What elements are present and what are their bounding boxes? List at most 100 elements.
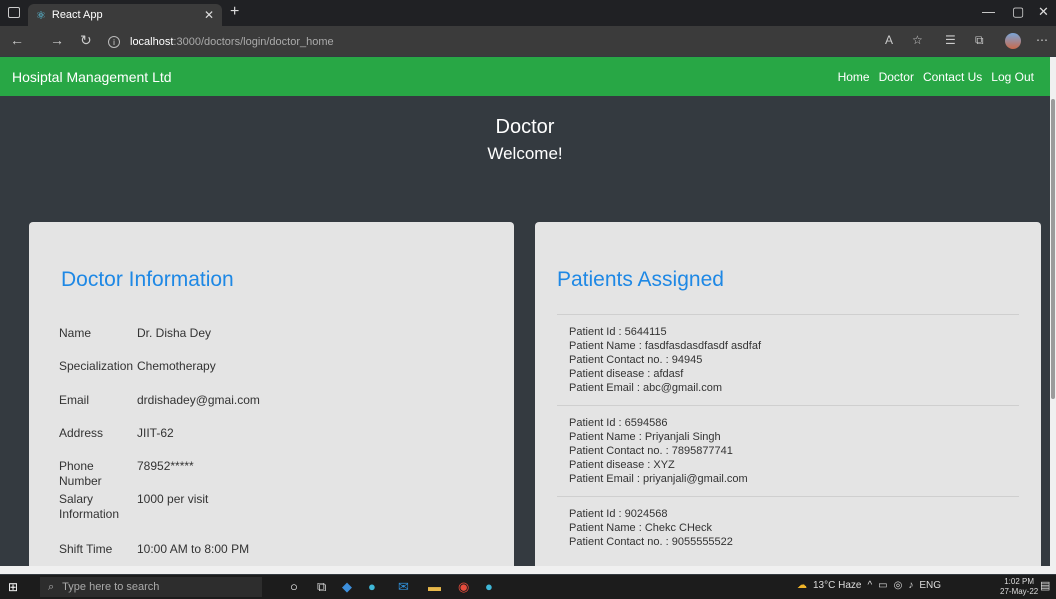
nav-log-out[interactable]: Log Out (991, 70, 1034, 84)
edge-icon[interactable]: ● (368, 579, 376, 594)
chrome-icon[interactable]: ◉ (458, 579, 469, 595)
favorites-list-icon[interactable]: ☰ (945, 33, 956, 47)
network-icon[interactable]: ◎ (894, 580, 903, 591)
patient-disease: Patient disease : afdasf (569, 368, 684, 380)
info-value: JIIT-62 (137, 426, 174, 440)
patient-contact: Patient Contact no. : 9055555522 (569, 536, 733, 548)
url-path: :3000/doctors/login/doctor_home (173, 36, 334, 48)
refresh-icon[interactable]: ↻ (80, 32, 92, 49)
minimize-icon[interactable]: — (982, 4, 995, 19)
chevron-up-icon[interactable]: ^ (867, 580, 872, 591)
info-row-salary: Salary Information 1000 per visit (59, 492, 208, 522)
hero: Doctor Welcome! (0, 116, 1050, 164)
info-row-address: Address JIIT-62 (59, 426, 174, 441)
close-window-icon[interactable]: ✕ (1038, 4, 1049, 20)
patient-name: Patient Name : fasdfasdasdfasdf asdfaf (569, 340, 762, 352)
patient-id: Patient Id : 5644115 (569, 326, 667, 338)
vscode-icon[interactable]: ◆ (342, 579, 352, 595)
info-row-shift: Shift Time 10:00 AM to 8:00 PM (59, 542, 249, 557)
info-label: Name (59, 326, 92, 340)
tab-title: React App (51, 9, 103, 21)
url-field[interactable]: i localhost :3000/doctors/login/doctor_h… (108, 33, 848, 51)
info-value: 78952***** (137, 459, 194, 473)
patient-disease: Patient disease : XYZ (569, 459, 675, 471)
search-icon: ⌕ (48, 580, 55, 593)
info-icon[interactable]: i (108, 36, 120, 48)
main-content: Doctor Welcome! Doctor Information Name … (0, 96, 1050, 566)
clock[interactable]: 1:02 PM 27-May-22 (1000, 577, 1038, 597)
favorite-star-icon[interactable]: ☆ (912, 33, 923, 47)
patient-name: Patient Name : Priyanjali Singh (569, 431, 721, 443)
patients-heading: Patients Assigned (557, 268, 724, 291)
info-value: Dr. Disha Dey (137, 326, 212, 340)
app-icon[interactable]: ● (485, 579, 493, 594)
info-value: drdishadey@gmai.com (137, 393, 260, 407)
info-label: Address (59, 426, 104, 440)
nav-contact-us[interactable]: Contact Us (923, 70, 982, 84)
patient-email: Patient Email : abc@gmail.com (569, 382, 723, 394)
info-row-email: Email drdishadey@gmai.com (59, 393, 260, 408)
browser-tab[interactable]: ⚛ React App ✕ (28, 4, 222, 26)
info-value: Chemotherapy (137, 359, 216, 373)
more-menu-icon[interactable]: ⋯ (1036, 33, 1048, 47)
language-indicator[interactable]: ENG (919, 580, 941, 591)
clock-date: 27-May-22 (1000, 587, 1039, 596)
patient-item: Patient Id : 5644115 Patient Name : fasd… (557, 314, 1019, 405)
info-label: Specialization (59, 359, 134, 373)
doctor-info-card: Doctor Information Name Dr. Disha Dey Sp… (29, 222, 514, 566)
speaker-icon[interactable]: ♪ (908, 580, 913, 591)
page-title: Doctor (495, 116, 555, 138)
profile-avatar[interactable] (1005, 33, 1021, 49)
new-tab-icon[interactable]: + (230, 3, 239, 21)
info-label: Email (59, 393, 90, 407)
vertical-scrollbar-thumb[interactable] (1051, 99, 1055, 399)
nav-home[interactable]: Home (838, 70, 870, 84)
info-label: Phone Number (59, 459, 102, 488)
info-row-name: Name Dr. Disha Dey (59, 326, 211, 341)
info-value: 10:00 AM to 8:00 PM (137, 542, 250, 556)
info-row-specialization: Specialization Chemotherapy (59, 359, 216, 374)
collections-icon[interactable]: ⧉ (975, 33, 984, 48)
patient-id: Patient Id : 9024568 (569, 508, 668, 520)
windows-start-icon[interactable]: ⊞ (8, 580, 18, 594)
taskbar-search[interactable]: ⌕ Type here to search (40, 577, 262, 597)
notifications-icon[interactable]: ▤ (1040, 579, 1050, 592)
welcome-text: Welcome! (487, 144, 563, 163)
patient-id: Patient Id : 6594586 (569, 417, 668, 429)
read-aloud-icon[interactable]: A (885, 33, 893, 47)
mail-icon[interactable]: ✉ (398, 579, 409, 595)
weather-text[interactable]: 13°C Haze (813, 580, 861, 591)
restore-icon[interactable]: ▢ (1012, 4, 1024, 20)
clock-time: 1:02 PM (1004, 577, 1035, 586)
system-tray: ☁ 13°C Haze ^ ▭ ◎ ♪ ENG (797, 580, 941, 591)
patient-email: Patient Email : priyanjali@gmail.com (569, 473, 748, 485)
nav-doctor[interactable]: Doctor (879, 70, 914, 84)
patient-contact: Patient Contact no. : 94945 (569, 354, 703, 366)
task-view-icon[interactable]: ⧉ (317, 579, 326, 595)
browser-titlebar: ⚛ React App ✕ + — ▢ ✕ (0, 0, 1056, 26)
patient-contact: Patient Contact no. : 7895877741 (569, 445, 733, 457)
file-explorer-icon[interactable]: ▬ (428, 579, 441, 594)
battery-icon[interactable]: ▭ (878, 580, 887, 591)
patients-list: Patient Id : 5644115 Patient Name : fasd… (557, 314, 1019, 559)
patient-item: Patient Id : 9024568 Patient Name : Chek… (557, 496, 1019, 559)
patients-card: Patients Assigned Patient Id : 5644115 P… (535, 222, 1041, 566)
tab-actions-icon[interactable] (8, 7, 20, 18)
forward-icon[interactable]: → (50, 32, 64, 48)
back-icon[interactable]: ← (10, 32, 24, 48)
tab-close-icon[interactable]: ✕ (204, 8, 214, 22)
url-host: localhost (130, 36, 174, 48)
info-label: Shift Time (59, 542, 113, 556)
search-placeholder: Type here to search (62, 581, 160, 593)
patient-item: Patient Id : 6594586 Patient Name : Priy… (557, 405, 1019, 496)
brand-title[interactable]: Hosiptal Management Ltd (12, 69, 172, 85)
nav-links: Home Doctor Contact Us Log Out (838, 70, 1034, 84)
info-label: Salary Information (59, 492, 120, 521)
weather-icon: ☁ (797, 580, 807, 591)
taskbar: ⊞ ⌕ Type here to search ○ ⧉ ◆ ● ✉ ▬ ◉ ● … (0, 575, 1056, 599)
doctor-info-heading: Doctor Information (61, 268, 234, 291)
horizontal-scrollbar[interactable] (0, 566, 1050, 574)
info-row-phone: Phone Number 78952***** (59, 459, 194, 489)
cortana-icon[interactable]: ○ (290, 579, 298, 594)
app-navbar: Hosiptal Management Ltd Home Doctor Cont… (0, 57, 1050, 96)
